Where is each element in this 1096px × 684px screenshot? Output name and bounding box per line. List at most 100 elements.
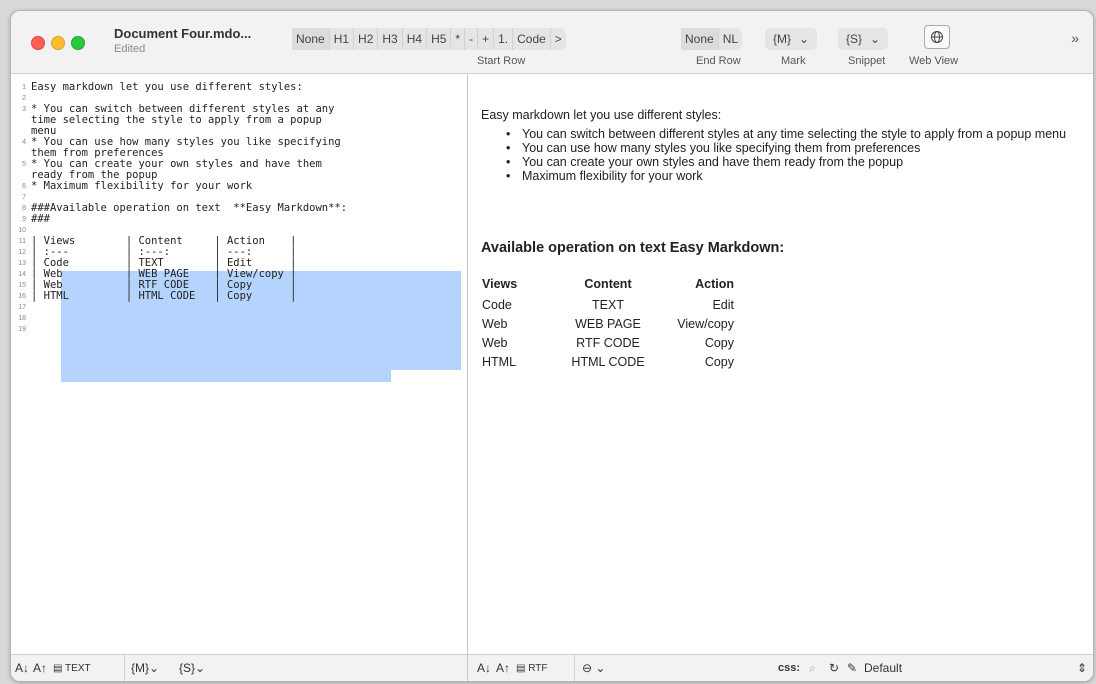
editor-text: | HTML | HTML CODE | Copy | <box>31 290 297 302</box>
list-item: You can use how many styles you like spe… <box>506 141 1076 155</box>
rtf-export-button[interactable]: ▤ RTF <box>516 663 548 674</box>
mark-insert-dropdown[interactable]: {M}⌄ <box>131 661 159 675</box>
zoom-window-button[interactable] <box>71 36 85 50</box>
line-number: 8 <box>22 205 26 212</box>
line-number: 7 <box>22 194 26 201</box>
options-icon: ⊖ <box>582 661 593 675</box>
css-label: css: <box>778 662 801 674</box>
table-cell: View/copy <box>677 316 734 331</box>
snippet-insert-label: {S} <box>179 661 196 675</box>
start-row-button[interactable]: > <box>551 28 566 50</box>
sort-ascending-button[interactable]: A↓ <box>15 661 29 675</box>
start-row-segmented-control: None H1 H2 H3 H4 H5 * - +1. Code > <box>292 28 566 50</box>
preview-sort-descending-button[interactable]: A↑ <box>496 661 510 675</box>
table-row: Web WEB PAGE View/copy <box>482 314 734 333</box>
line-number: 5 <box>22 161 26 168</box>
start-row-button[interactable]: * <box>451 28 466 50</box>
list-item: Maximum flexibility for your work <box>506 169 1076 183</box>
rtf-export-label: RTF <box>528 663 548 674</box>
chevron-down-icon: ⌄ <box>595 661 606 675</box>
line-number: 11 <box>18 238 26 245</box>
table-cell: Web <box>482 316 508 331</box>
editor-text: ###Available operation on text **Easy Ma… <box>31 202 348 214</box>
end-row-button[interactable]: NL <box>719 28 742 50</box>
start-row-button[interactable]: H4 <box>403 28 428 50</box>
line-number: 2 <box>22 95 26 102</box>
line-number: 6 <box>22 183 26 190</box>
line-number: 19 <box>18 326 26 333</box>
snippet-label: Snippet <box>848 55 886 67</box>
clipboard-icon: ▤ <box>53 663 66 674</box>
end-row-label: End Row <box>696 55 741 67</box>
editor-text: ### <box>31 213 50 225</box>
table-row: Web RTF CODE Copy <box>482 333 734 352</box>
snippet-value: {S} <box>846 32 863 46</box>
chevron-down-icon: ⌄ <box>195 661 206 675</box>
start-row-button[interactable]: None <box>292 28 330 50</box>
start-row-button[interactable]: H1 <box>330 28 355 50</box>
mark-dropdown[interactable]: {M} ⌄ <box>765 28 818 50</box>
web-view-label: Web View <box>909 55 959 67</box>
reload-icon[interactable]: ↻ <box>829 661 839 675</box>
table-cell: HTML <box>482 354 517 369</box>
close-window-button[interactable] <box>31 36 45 50</box>
web-view-button[interactable] <box>924 25 950 49</box>
preview-bullet-list: You can switch between different styles … <box>506 127 1076 183</box>
search-icon[interactable]: ⌕ <box>809 661 816 676</box>
line-number: 15 <box>18 282 26 289</box>
snippet-insert-dropdown[interactable]: {S}⌄ <box>179 661 205 675</box>
line-number: 1 <box>22 84 26 91</box>
start-row-button[interactable]: H3 <box>378 28 403 50</box>
table-cell: HTML CODE <box>571 354 645 369</box>
start-row-label: Start Row <box>477 55 526 67</box>
minimize-window-button[interactable] <box>51 36 65 50</box>
selection-highlight <box>61 370 391 382</box>
separator <box>124 655 125 681</box>
table-header-row: Views Content Action <box>482 276 734 295</box>
css-style-select[interactable]: Default <box>864 661 902 675</box>
start-row-button[interactable]: + <box>478 28 495 50</box>
editor-text: time selecting the style to apply from a… <box>31 114 322 126</box>
preview-intro: Easy markdown let you use different styl… <box>481 108 722 122</box>
table-header: Action <box>695 277 734 291</box>
preview-sort-ascending-button[interactable]: A↓ <box>477 661 491 675</box>
start-row-button[interactable]: H5 <box>427 28 452 50</box>
table-cell: RTF CODE <box>576 335 640 350</box>
end-row-button[interactable]: None <box>681 28 719 50</box>
line-number: 13 <box>18 260 26 267</box>
mark-insert-label: {M} <box>131 661 150 675</box>
snippet-dropdown[interactable]: {S} ⌄ <box>838 28 889 50</box>
toolbar: Document Four.mdo... Edited None H1 H2 H3 H4… <box>11 11 1093 74</box>
end-row-segmented-control: None NL <box>681 28 743 50</box>
table-cell: Copy <box>704 354 734 369</box>
start-row-button[interactable]: H2 <box>354 28 379 50</box>
app-window: Document Four.mdo... Edited None H1 H2 H3 H4… <box>10 10 1094 682</box>
separator <box>574 655 575 681</box>
options-dropdown[interactable]: ⊖ ⌄ <box>582 661 605 675</box>
text-export-button[interactable]: ▤ TEXT <box>53 663 91 674</box>
sort-descending-button[interactable]: A↑ <box>33 661 47 675</box>
editor-text: Easy markdown let you use different styl… <box>31 81 303 93</box>
mark-label: Mark <box>781 55 806 67</box>
markdown-editor[interactable]: 1 Easy markdown let you use different sty… <box>11 74 468 654</box>
start-row-button[interactable]: Code <box>513 28 551 50</box>
stepper-icon[interactable]: ⇕ <box>1077 661 1087 675</box>
edit-css-icon[interactable]: ✎ <box>847 661 857 675</box>
css-style-value: Default <box>864 661 903 675</box>
document-status: Edited <box>114 43 146 55</box>
line-number: 17 <box>18 304 26 311</box>
start-row-button[interactable]: - <box>465 28 479 50</box>
line-number: 4 <box>22 139 26 146</box>
line-number: 12 <box>18 249 26 256</box>
more-toolbar-icon[interactable]: » <box>1071 30 1079 46</box>
chevron-down-icon: ⌄ <box>870 32 881 46</box>
start-row-button[interactable]: 1. <box>494 28 514 50</box>
pane-divider[interactable] <box>467 654 468 681</box>
table-cell: Code <box>482 297 512 312</box>
line-number: 14 <box>18 271 26 278</box>
list-item: You can switch between different styles … <box>506 127 1076 141</box>
list-item: You can create your own styles and have … <box>506 155 1076 169</box>
table-header: Views <box>482 277 518 291</box>
table-row: HTML HTML CODE Copy <box>482 352 734 371</box>
table-cell: Web <box>482 335 508 350</box>
